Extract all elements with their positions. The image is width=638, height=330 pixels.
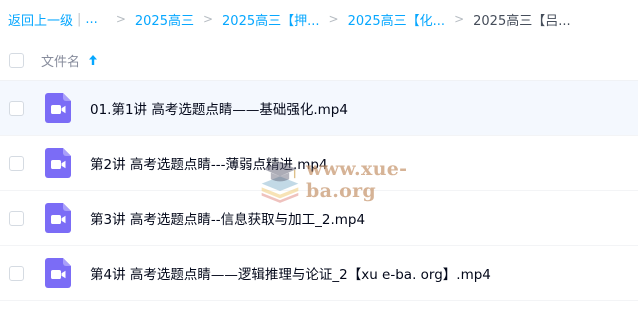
chevron-right-icon: > [328, 12, 339, 26]
file-row[interactable]: 第2讲 高考选题点睛---薄弱点精进.mp4 [0, 136, 638, 191]
filename-column-header[interactable]: 文件名 [41, 51, 98, 70]
breadcrumb-item-1[interactable]: 2025高三 [135, 10, 194, 29]
file-name[interactable]: 第2讲 高考选题点睛---薄弱点精进.mp4 [90, 153, 328, 173]
breadcrumb-current: 2025高三【吕... [473, 13, 571, 29]
breadcrumb-ellipsis[interactable]: ... [85, 12, 97, 27]
file-name[interactable]: 01.第1讲 高考选题点睛——基础强化.mp4 [90, 98, 348, 118]
file-row[interactable]: 第4讲 高考选题点睛——逻辑推理与论证_2【xu e-ba. org】.mp4 [0, 246, 638, 301]
sort-arrow-up-icon[interactable] [88, 54, 98, 66]
breadcrumb-item-3[interactable]: 2025高三【化... [348, 10, 445, 29]
file-name[interactable]: 第4讲 高考选题点睛——逻辑推理与论证_2【xu e-ba. org】.mp4 [90, 263, 491, 283]
video-file-icon [45, 258, 71, 288]
select-all-checkbox[interactable] [9, 52, 24, 68]
chevron-right-icon: > [115, 12, 126, 26]
chevron-right-icon: > [202, 12, 214, 26]
row-checkbox[interactable] [9, 265, 24, 281]
file-list: 01.第1讲 高考选题点睛——基础强化.mp4 第2讲 高考选题点睛---薄弱点… [0, 81, 638, 301]
breadcrumb: 返回上一级 | ... > 2025高三 > 2025高三【押... > 202… [8, 8, 634, 30]
row-checkbox[interactable] [9, 155, 24, 171]
video-file-icon [45, 148, 71, 178]
file-row[interactable]: 第3讲 高考选题点睛--信息获取与加工_2.mp4 [0, 191, 638, 246]
file-name[interactable]: 第3讲 高考选题点睛--信息获取与加工_2.mp4 [90, 208, 365, 228]
chevron-right-icon: > [454, 12, 465, 26]
row-checkbox[interactable] [9, 210, 24, 226]
video-file-icon [45, 93, 71, 123]
file-row[interactable]: 01.第1讲 高考选题点睛——基础强化.mp4 [0, 81, 638, 136]
file-list-header: 文件名 [0, 40, 638, 81]
row-checkbox[interactable] [9, 100, 24, 116]
breadcrumb-item-2[interactable]: 2025高三【押... [222, 10, 319, 29]
video-file-icon [45, 203, 71, 233]
filename-column-label: 文件名 [41, 54, 81, 70]
breadcrumb-divider: | [77, 11, 82, 27]
back-link[interactable]: 返回上一级 [8, 10, 73, 29]
